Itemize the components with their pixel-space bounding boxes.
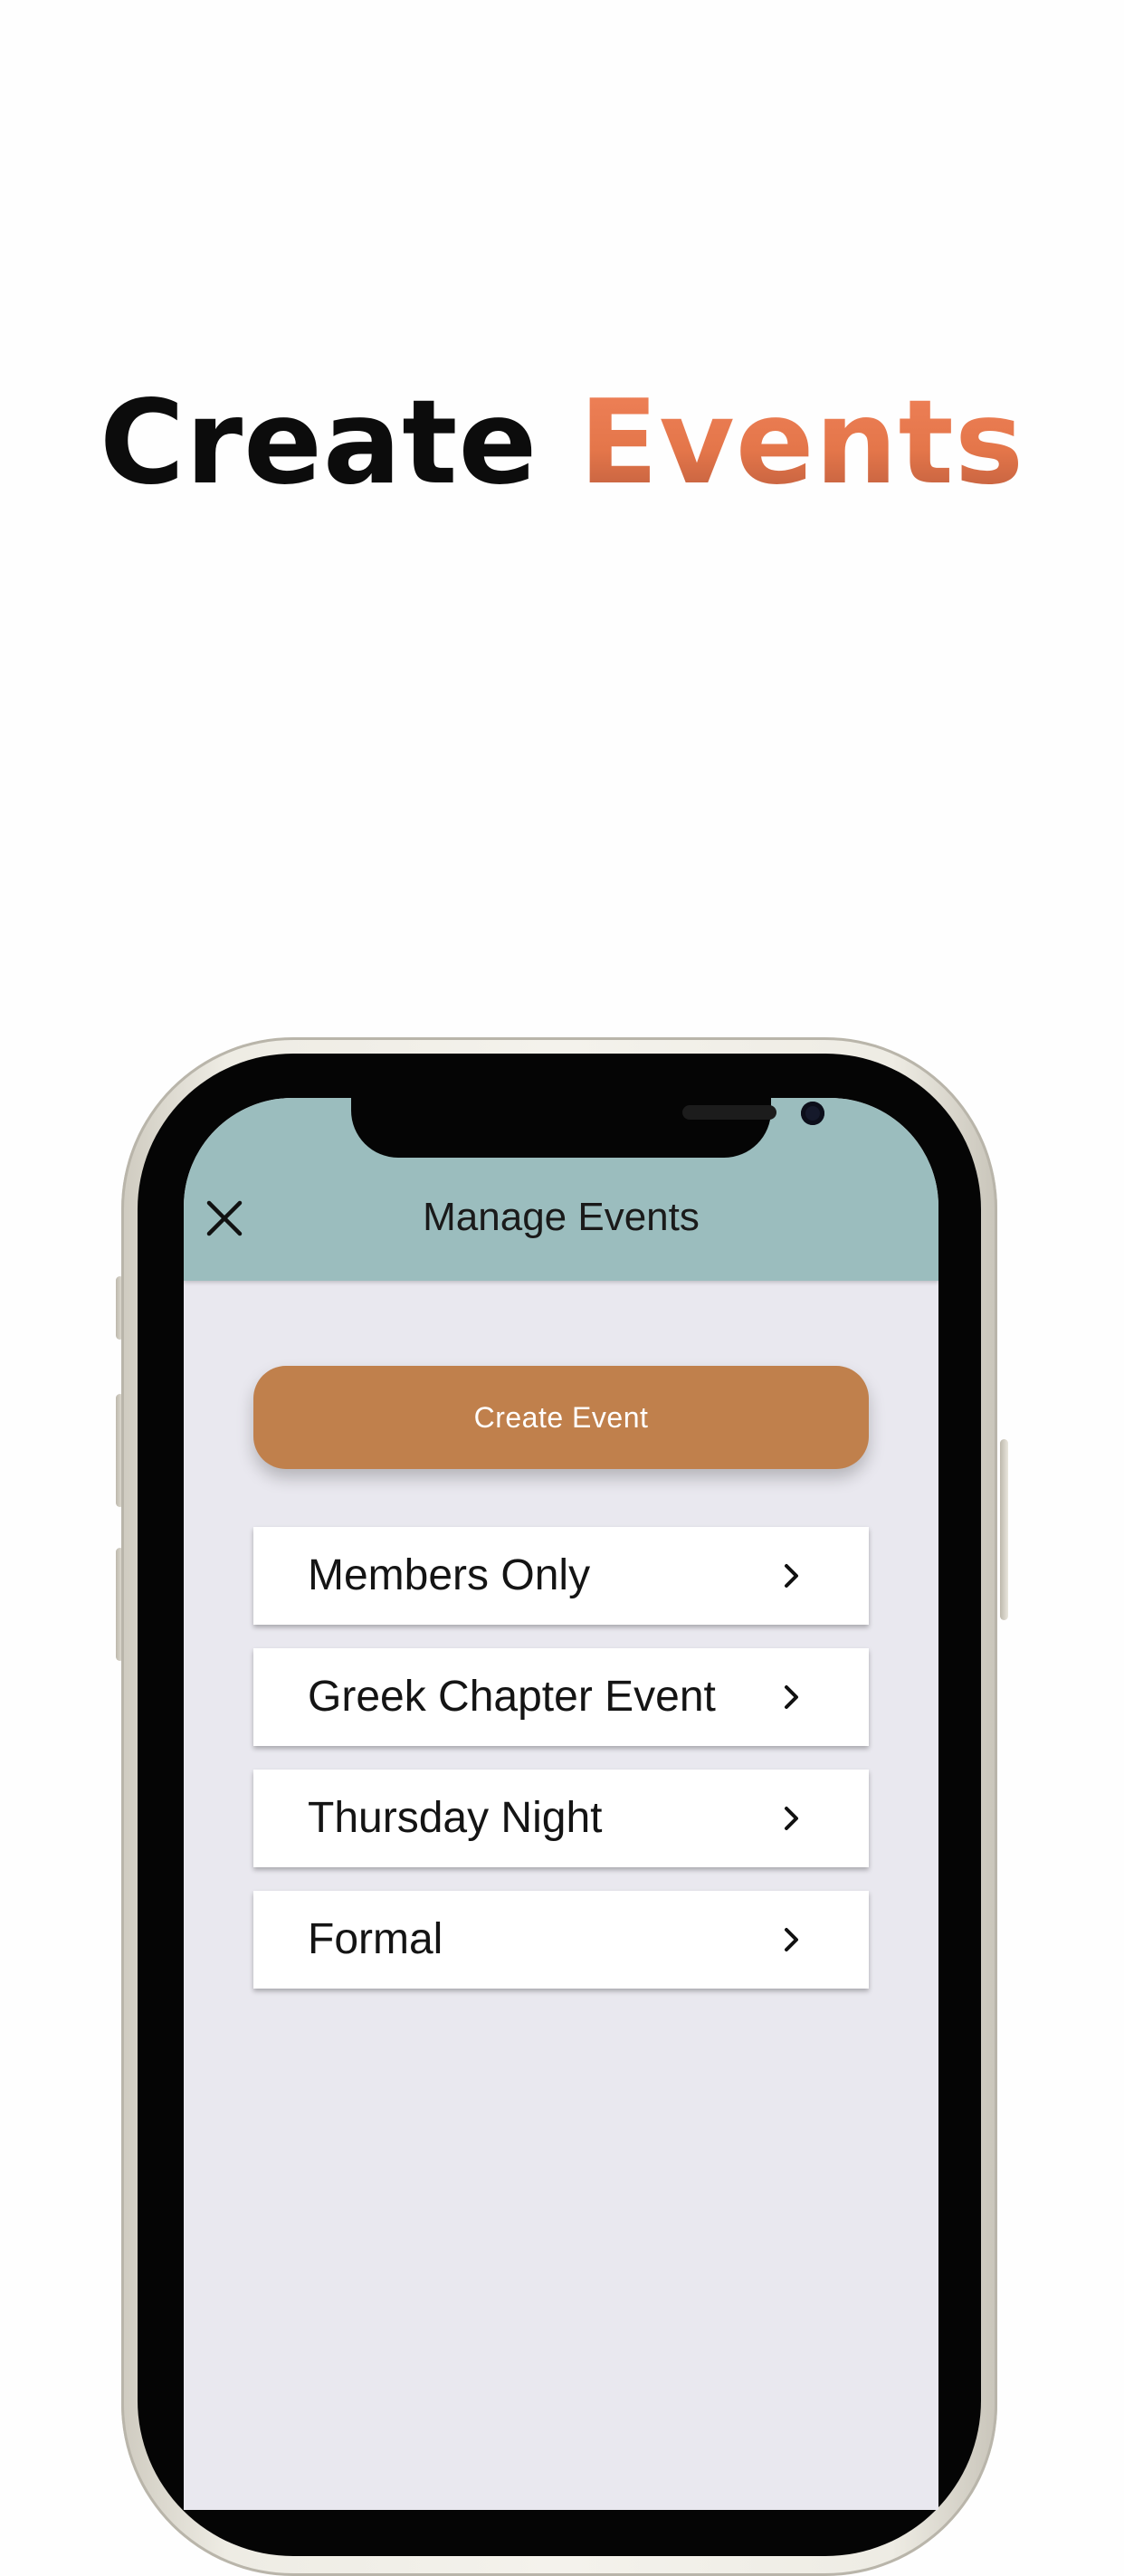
page-title: Manage Events: [423, 1195, 700, 1239]
event-list-item[interactable]: Greek Chapter Event: [253, 1648, 869, 1746]
phone-notch: [351, 1098, 824, 1158]
event-label: Thursday Night: [308, 1794, 603, 1842]
chevron-right-icon: [785, 1807, 798, 1830]
event-list-item[interactable]: Formal: [253, 1891, 869, 1989]
phone-screen: Manage Events Create Event Members Only …: [184, 1098, 938, 2510]
create-event-button[interactable]: Create Event: [253, 1366, 869, 1469]
event-label: Formal: [308, 1915, 443, 1963]
event-label: Members Only: [308, 1551, 591, 1599]
chevron-right-icon: [785, 1928, 798, 1951]
headline-word-create: Create: [100, 376, 538, 510]
event-label: Greek Chapter Event: [308, 1673, 716, 1721]
event-list-item[interactable]: Thursday Night: [253, 1770, 869, 1867]
phone-power-button: [1000, 1439, 1008, 1620]
front-camera: [801, 1102, 824, 1125]
speaker-grille: [682, 1105, 776, 1120]
chevron-right-icon: [785, 1564, 798, 1588]
promo-headline: Create Events: [0, 362, 1124, 525]
headline-word-events: Events: [578, 376, 1024, 510]
event-list-item[interactable]: Members Only: [253, 1527, 869, 1625]
chevron-right-icon: [785, 1685, 798, 1709]
